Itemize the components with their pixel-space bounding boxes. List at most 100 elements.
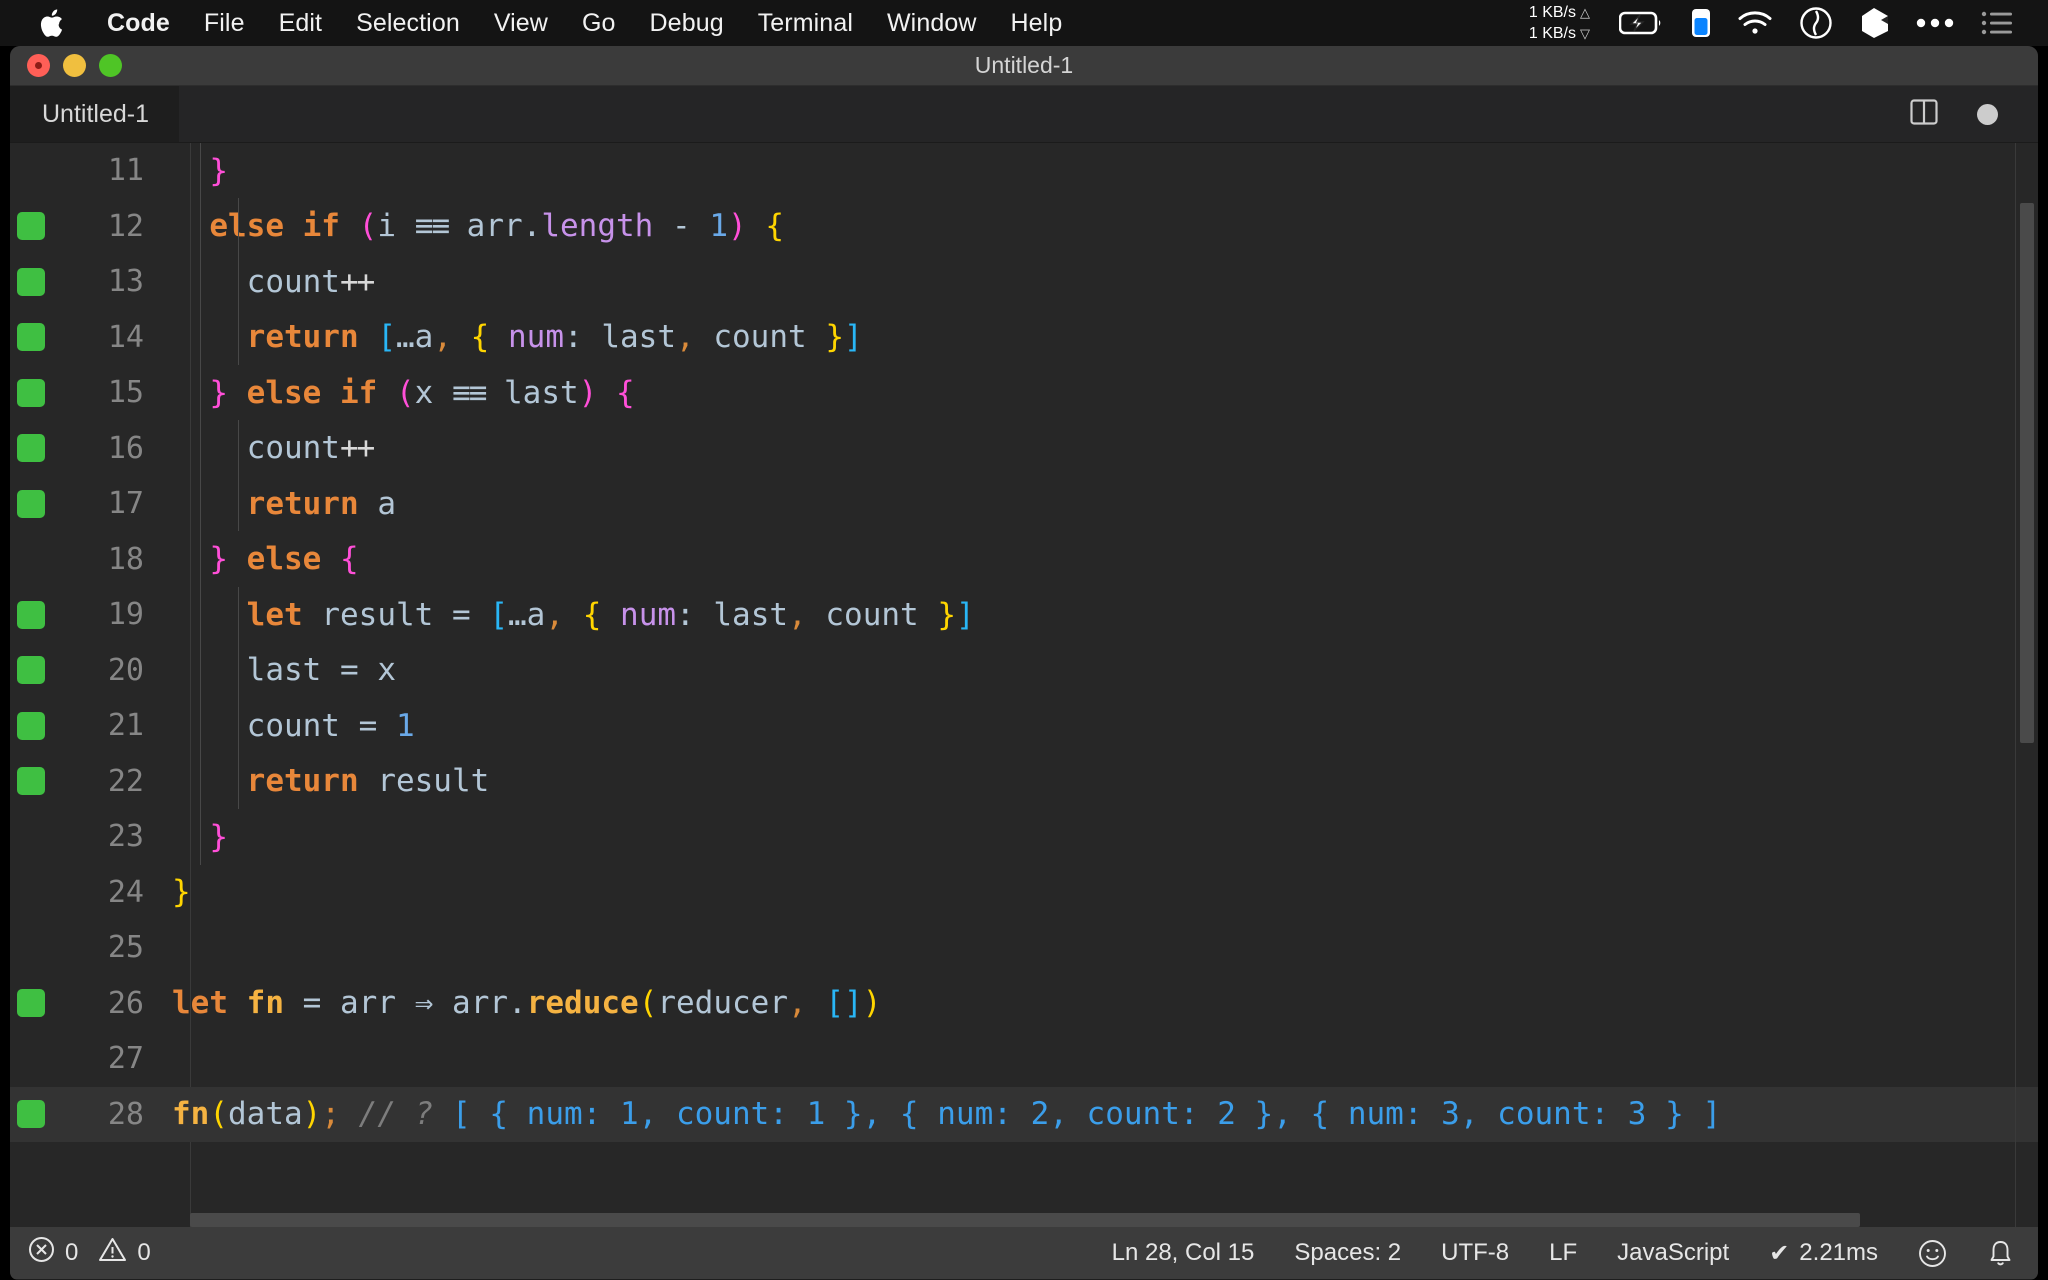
code-line-12[interactable]: 12 else if (i ≡≡ arr.length - 1) { [10,199,2038,255]
line-number-26: 26 [52,986,162,1021]
apple-logo-icon[interactable] [38,6,68,40]
control-center-icon[interactable] [1981,10,2013,36]
status-quokka-time[interactable]: ✔ 2.21ms [1749,1239,1898,1268]
menu-item-edit[interactable]: Edit [262,9,339,38]
status-encoding[interactable]: UTF-8 [1421,1239,1529,1267]
status-feedback[interactable] [1898,1239,1967,1268]
code-text-21[interactable]: count = 1 [162,708,2038,744]
line-number-23: 23 [52,819,162,854]
code-line-24[interactable]: 24 } [10,865,2038,921]
code-line-27[interactable]: 27 [10,1031,2038,1087]
vertical-scrollbar-thumb[interactable] [2020,203,2034,743]
quokka-marker-icon [17,434,45,462]
horizontal-scrollbar-thumb[interactable] [190,1213,1860,1227]
status-problems[interactable]: 0 0 [28,1236,171,1270]
menu-item-selection[interactable]: Selection [339,9,477,38]
code-line-18[interactable]: 18 } else { [10,532,2038,588]
menu-item-help[interactable]: Help [994,9,1080,38]
network-download-value: 1 KB/s [1529,23,1576,44]
code-text-27[interactable] [162,1041,2038,1077]
tab-label: Untitled-1 [42,100,149,129]
battery-charging-icon[interactable] [1619,10,1665,36]
status-bar-right: Ln 28, Col 15 Spaces: 2 UTF-8 LF JavaScr… [1092,1239,2014,1268]
code-line-21[interactable]: 21 count = 1 [10,698,2038,754]
status-eol[interactable]: LF [1529,1239,1597,1267]
code-line-14[interactable]: 14 return […a, { num: last, count }] [10,310,2038,366]
code-line-25[interactable]: 25 [10,920,2038,976]
quokka-gutter-26 [10,989,52,1017]
status-language-mode[interactable]: JavaScript [1597,1239,1749,1267]
code-line-23[interactable]: 23 } [10,809,2038,865]
menu-item-debug[interactable]: Debug [633,9,741,38]
code-text-20[interactable]: last = x [162,652,2038,688]
code-line-17[interactable]: 17 return a [10,476,2038,532]
close-button[interactable] [27,54,50,77]
window-title-bar: Untitled-1 [10,46,2038,86]
editor-vertical-scrollbar[interactable] [2016,143,2038,1213]
code-text-28[interactable]: fn(data); // ? [ { num: 1, count: 1 }, {… [162,1096,2038,1132]
code-text-17[interactable]: return a [162,486,2038,522]
clock-icon[interactable] [1799,6,1833,40]
unsaved-dot-icon[interactable] [1977,104,1998,125]
code-text-25[interactable] [162,930,2038,966]
code-text-24[interactable]: } [162,874,2038,910]
inline-comment-28: // ? [359,1096,434,1132]
warning-icon [98,1236,127,1270]
ellipsis-icon[interactable] [1915,17,1955,29]
tab-untitled-1[interactable]: Untitled-1 [10,86,179,142]
code-text-15[interactable]: } else if (x ≡≡ last) { [162,375,2038,411]
quokka-marker-icon [17,656,45,684]
code-line-13[interactable]: 13 count++ [10,254,2038,310]
code-text-19[interactable]: let result = […a, { num: last, count }] [162,597,2038,633]
split-editor-icon[interactable] [1909,97,1939,132]
code-text-14[interactable]: return […a, { num: last, count }] [162,319,2038,355]
code-line-28[interactable]: 28 fn(data); // ? [ { num: 1, count: 1 }… [10,1087,2038,1143]
line-number-27: 27 [52,1041,162,1076]
battery-level-icon[interactable] [1691,8,1711,38]
minimize-button[interactable] [63,54,86,77]
menu-item-view[interactable]: View [477,9,565,38]
wifi-icon[interactable] [1737,10,1773,36]
quokka-marker-icon [17,490,45,518]
menu-item-code[interactable]: Code [90,9,187,38]
line-number-21: 21 [52,708,162,743]
status-cursor-position[interactable]: Ln 28, Col 15 [1092,1239,1275,1267]
status-indentation[interactable]: Spaces: 2 [1274,1239,1421,1267]
code-line-20[interactable]: 20 last = x [10,643,2038,699]
code-text-12[interactable]: else if (i ≡≡ arr.length - 1) { [162,208,2038,244]
code-text-23[interactable]: } [162,819,2038,855]
code-text-11[interactable]: } [162,153,2038,189]
menu-item-window[interactable]: Window [870,9,994,38]
code-line-26[interactable]: 26 let fn = arr ⇒ arr.reduce(reducer, []… [10,976,2038,1032]
code-editor[interactable]: 11 } 12 else if (i ≡≡ arr.length - 1) { … [10,143,2038,1227]
quokka-gutter-21 [10,712,52,740]
status-notifications[interactable] [1967,1239,2014,1268]
code-line-19[interactable]: 19 let result = […a, { num: last, count … [10,587,2038,643]
menu-item-terminal[interactable]: Terminal [741,9,870,38]
quokka-marker-icon [17,323,45,351]
dropbox-icon[interactable] [1859,7,1889,39]
menu-item-go[interactable]: Go [565,9,633,38]
menu-item-file[interactable]: File [187,9,262,38]
code-text-18[interactable]: } else { [162,541,2038,577]
code-text-13[interactable]: count++ [162,264,2038,300]
code-text-26[interactable]: let fn = arr ⇒ arr.reduce(reducer, []) [162,985,2038,1021]
code-line-16[interactable]: 16 count++ [10,421,2038,477]
line-number-15: 15 [52,375,162,410]
quokka-gutter-12 [10,212,52,240]
line-number-12: 12 [52,209,162,244]
vscode-window: Untitled-1 Untitled-1 11 } [10,46,2038,1280]
code-text-22[interactable]: return result [162,763,2038,799]
code-line-11[interactable]: 11 } [10,143,2038,199]
code-text-16[interactable]: count++ [162,430,2038,466]
quokka-gutter-22 [10,767,52,795]
upload-arrow-icon: △ [1580,2,1590,23]
code-line-15[interactable]: 15 } else if (x ≡≡ last) { [10,365,2038,421]
line-number-28: 28 [52,1097,162,1132]
line-number-20: 20 [52,653,162,688]
code-line-22[interactable]: 22 return result [10,754,2038,810]
line-number-16: 16 [52,431,162,466]
editor-horizontal-scrollbar[interactable] [190,1213,2016,1227]
network-speed-indicator[interactable]: 1 KB/s△ 1 KB/s▽ [1529,2,1590,44]
maximize-button[interactable] [99,54,122,77]
